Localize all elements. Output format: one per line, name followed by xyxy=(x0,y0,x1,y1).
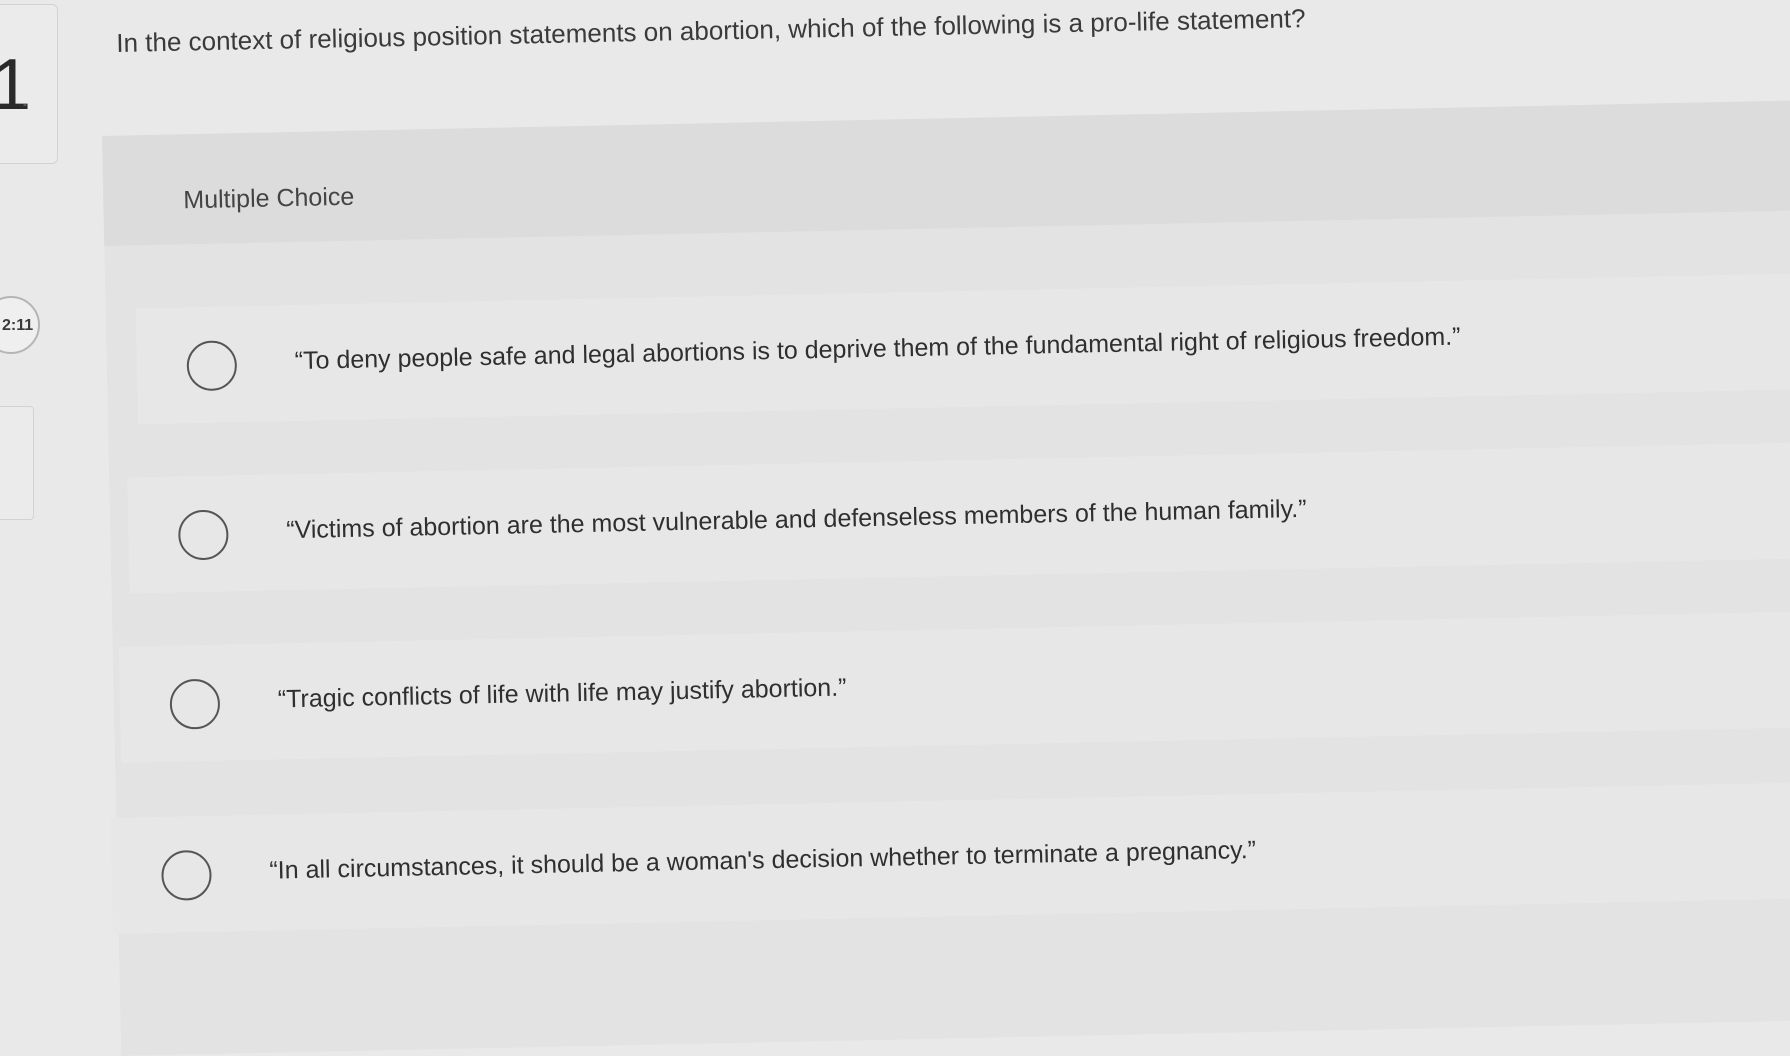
card-header: Multiple Choice xyxy=(102,99,1790,246)
answer-card: Multiple Choice “To deny people safe and… xyxy=(102,99,1790,1056)
radio-button[interactable] xyxy=(169,678,221,730)
timer-text: 2:11 xyxy=(2,317,34,334)
timer-badge: 2:11 xyxy=(0,296,40,354)
radio-button[interactable] xyxy=(160,849,213,901)
choice-option[interactable]: “In all circumstances, it should be a wo… xyxy=(110,782,1790,934)
radio-button[interactable] xyxy=(186,340,238,392)
question-number-suffix: - xyxy=(23,97,27,111)
choice-option[interactable]: “Tragic conflicts of life with life may … xyxy=(118,611,1790,763)
question-number-box[interactable]: 1 - xyxy=(0,4,58,164)
choice-option[interactable]: “Victims of abortion are the most vulner… xyxy=(127,442,1790,594)
choice-label: “To deny people safe and legal abortions… xyxy=(294,322,1461,376)
choice-label: “Tragic conflicts of life with life may … xyxy=(277,673,847,714)
radio-button[interactable] xyxy=(177,509,229,561)
choice-label: “In all circumstances, it should be a wo… xyxy=(269,835,1257,885)
left-rail: 1 - 2:11 xyxy=(0,0,60,1028)
choice-label: “Victims of abortion are the most vulner… xyxy=(286,494,1307,545)
question-prompt: In the context of religious position sta… xyxy=(116,3,1306,58)
choice-option[interactable]: “To deny people safe and legal abortions… xyxy=(135,273,1790,425)
rail-slot[interactable] xyxy=(0,406,34,520)
question-type-label: Multiple Choice xyxy=(183,182,355,215)
